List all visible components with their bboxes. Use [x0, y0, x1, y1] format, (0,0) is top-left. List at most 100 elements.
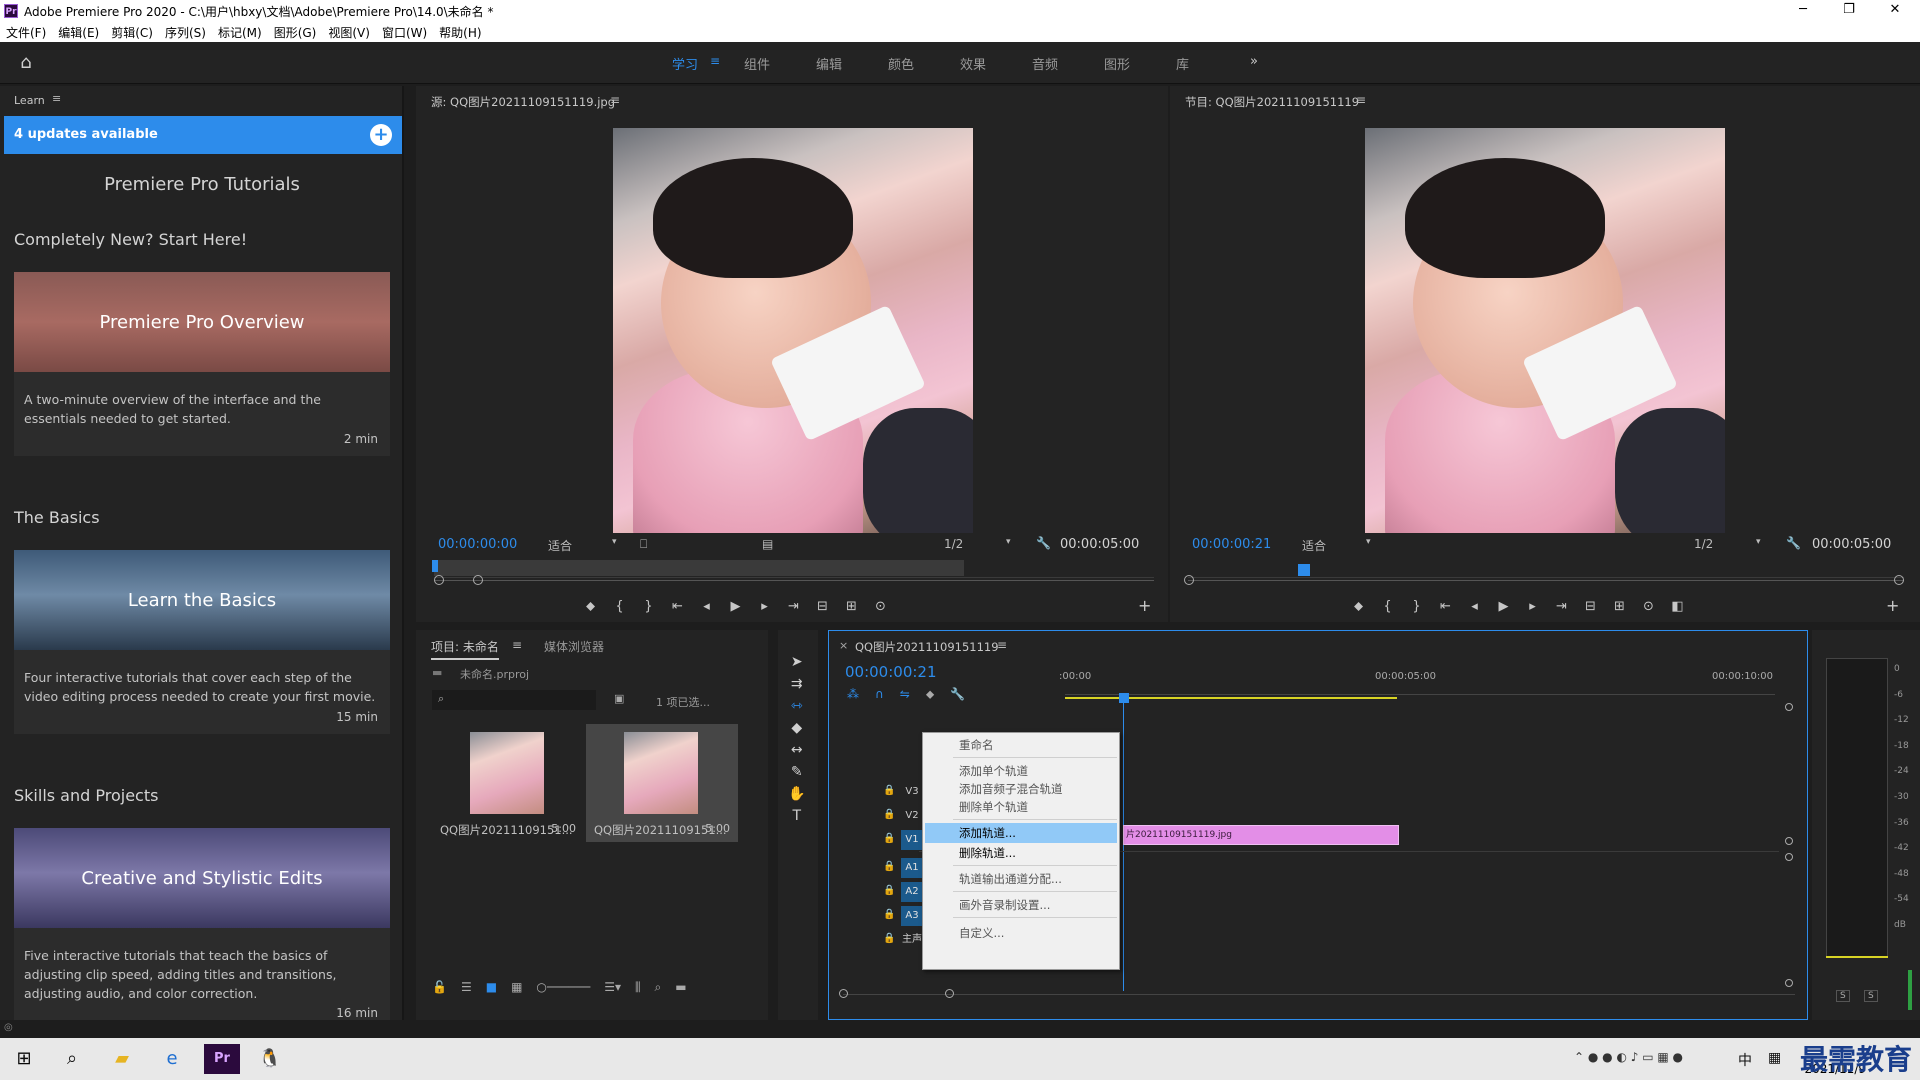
- sort-icon[interactable]: ☰▾: [604, 980, 621, 995]
- export-frame-small-icon[interactable]: ▤: [762, 537, 773, 551]
- track-header-a2[interactable]: 🔒 A2: [829, 881, 923, 903]
- track-header-master[interactable]: 🔒 主声: [829, 929, 922, 951]
- windows-start-icon[interactable]: ⊞: [6, 1044, 42, 1074]
- track-header-a3[interactable]: 🔒 A3: [829, 905, 923, 927]
- step-back-icon[interactable]: ◂: [1460, 599, 1489, 614]
- insert-edit-icon[interactable]: ⎕: [640, 537, 647, 552]
- nest-icon[interactable]: ⁂: [847, 687, 859, 702]
- timeline-zoom-bar[interactable]: [843, 994, 1795, 995]
- workspace-menu-icon[interactable]: ≡: [710, 54, 720, 68]
- track-header-v3[interactable]: 🔒 V3: [829, 781, 919, 803]
- hand-tool-icon[interactable]: ✋: [788, 786, 805, 802]
- linked-selection-icon[interactable]: ⇋: [900, 687, 910, 702]
- mark-out-icon[interactable]: }: [1402, 599, 1431, 614]
- tab-media-browser[interactable]: 媒体浏览器: [544, 638, 604, 655]
- program-fit-dropdown[interactable]: 适合: [1302, 537, 1326, 554]
- source-in-out-range[interactable]: [434, 560, 964, 576]
- wrench-icon[interactable]: 🔧: [1036, 536, 1051, 550]
- premiere-taskbar-icon[interactable]: Pr: [204, 1044, 240, 1074]
- menu-item-delete-tracks[interactable]: 删除轨道...: [925, 843, 1117, 863]
- program-monitor-title[interactable]: 节目: QQ图片20211109151119: [1185, 94, 1359, 110]
- workspace-tab-editing[interactable]: 编辑: [816, 54, 842, 73]
- tutorial-card-overview[interactable]: Premiere Pro Overview A two-minute overv…: [14, 272, 390, 456]
- work-area-bar[interactable]: [1065, 697, 1397, 699]
- go-to-in-icon[interactable]: ⇤: [1431, 599, 1460, 614]
- menu-view[interactable]: 视图(V): [328, 24, 370, 41]
- lock-icon[interactable]: 🔒: [883, 933, 895, 944]
- tutorial-card-creative[interactable]: Creative and Stylistic Edits Five intera…: [14, 828, 390, 1020]
- timeline-clip[interactable]: 片20211109151119.jpg: [1123, 825, 1399, 845]
- track-header-a1[interactable]: 🔒 A1: [829, 857, 923, 879]
- go-to-in-icon[interactable]: ⇤: [663, 599, 692, 614]
- menu-item-add-submix-track[interactable]: 添加音频子混合轨道: [925, 779, 1117, 799]
- zoom-handle[interactable]: [473, 575, 483, 585]
- menu-item-track-output-mapping[interactable]: 轨道输出通道分配...: [925, 869, 1117, 889]
- menu-clip[interactable]: 剪辑(C): [111, 24, 153, 41]
- solo-left-button[interactable]: S: [1836, 990, 1850, 1002]
- play-icon[interactable]: ▶: [1489, 599, 1518, 614]
- lock-icon[interactable]: 🔒: [883, 833, 895, 844]
- freeform-view-icon[interactable]: ▦: [511, 980, 522, 995]
- icon-view-icon[interactable]: ■: [486, 980, 497, 995]
- ripple-edit-tool-icon[interactable]: ⇿: [788, 698, 805, 714]
- go-to-out-icon[interactable]: ⇥: [1547, 599, 1576, 614]
- source-fit-dropdown[interactable]: 适合: [548, 537, 572, 554]
- zoom-handle[interactable]: [434, 575, 444, 585]
- menu-item-add-tracks[interactable]: 添加轨道...: [925, 823, 1117, 843]
- menu-help[interactable]: 帮助(H): [439, 24, 481, 41]
- scroll-handle[interactable]: [1785, 979, 1793, 987]
- slip-tool-icon[interactable]: ↔: [788, 742, 805, 758]
- pen-tool-icon[interactable]: ✎: [788, 764, 805, 780]
- workspace-tab-learn[interactable]: 学习: [672, 54, 698, 73]
- program-timecode[interactable]: 00:00:00:21: [1192, 537, 1271, 552]
- workspace-tab-graphics[interactable]: 图形: [1104, 54, 1130, 73]
- zoom-handle[interactable]: [839, 989, 848, 998]
- zoom-slider[interactable]: ○──────: [536, 980, 590, 995]
- add-button-icon[interactable]: +: [1138, 596, 1151, 615]
- tutorial-card-basics[interactable]: Learn the Basics Four interactive tutori…: [14, 550, 390, 734]
- track-header-v1[interactable]: 🔒 V1: [829, 829, 923, 851]
- wrench-icon[interactable]: 🔧: [1786, 536, 1801, 550]
- lock-icon[interactable]: 🔒: [883, 909, 895, 920]
- insert-icon[interactable]: ⊟: [808, 599, 837, 614]
- lock-icon[interactable]: 🔒: [883, 861, 895, 872]
- updates-banner[interactable]: 4 updates available +: [4, 116, 402, 154]
- automate-icon[interactable]: ⫼: [635, 980, 641, 995]
- zoom-handle[interactable]: [945, 989, 954, 998]
- menu-item-rename[interactable]: 重命名: [925, 735, 1117, 755]
- minimize-button[interactable]: ─: [1780, 0, 1826, 22]
- scroll-handle[interactable]: [1785, 837, 1793, 845]
- menu-item-voiceover-settings[interactable]: 画外音录制设置...: [925, 895, 1117, 915]
- track-select-tool-icon[interactable]: ⇉: [788, 676, 805, 692]
- menu-marker[interactable]: 标记(M): [218, 24, 262, 41]
- panel-menu-icon[interactable]: ≡: [52, 92, 61, 105]
- mark-out-icon[interactable]: }: [634, 599, 663, 614]
- play-icon[interactable]: ▶: [721, 599, 750, 614]
- source-resolution-dropdown[interactable]: 1/2: [944, 537, 963, 551]
- panel-menu-icon[interactable]: ≡: [1356, 93, 1366, 107]
- close-tab-icon[interactable]: ×: [839, 639, 848, 652]
- lock-icon[interactable]: 🔒: [883, 809, 895, 820]
- step-forward-icon[interactable]: ▸: [1518, 599, 1547, 614]
- track-header-v2[interactable]: 🔒 V2: [829, 805, 919, 827]
- source-monitor-title[interactable]: 源: QQ图片20211109151119.jpg: [431, 94, 615, 110]
- find-icon[interactable]: ⌕: [655, 980, 662, 995]
- step-back-icon[interactable]: ◂: [692, 599, 721, 614]
- mark-in-icon[interactable]: {: [605, 599, 634, 614]
- menu-sequence[interactable]: 序列(S): [165, 24, 206, 41]
- lock-icon[interactable]: 🔒: [883, 785, 895, 796]
- program-playhead[interactable]: [1298, 564, 1310, 576]
- new-bin-icon[interactable]: ▣: [614, 692, 624, 705]
- panel-menu-icon[interactable]: ≡: [512, 638, 522, 652]
- close-button[interactable]: ✕: [1872, 0, 1918, 22]
- learn-panel-header[interactable]: Learn: [14, 94, 45, 107]
- timeline-ruler[interactable]: [1065, 683, 1775, 695]
- timeline-playhead-handle[interactable]: [1119, 693, 1129, 703]
- snap-icon[interactable]: ∩: [875, 687, 884, 702]
- workspace-tab-effects[interactable]: 效果: [960, 54, 986, 73]
- add-marker-icon[interactable]: ⬥: [1344, 599, 1373, 614]
- export-frame-icon[interactable]: ⊙: [1634, 599, 1663, 614]
- tray-icons[interactable]: ⌃ ● ● ◐ ♪ ▭ ▦ ●: [1574, 1050, 1683, 1064]
- project-item-selected[interactable]: QQ图片20211109151... 5:00: [586, 724, 738, 842]
- project-search-input[interactable]: ⌕: [432, 690, 596, 710]
